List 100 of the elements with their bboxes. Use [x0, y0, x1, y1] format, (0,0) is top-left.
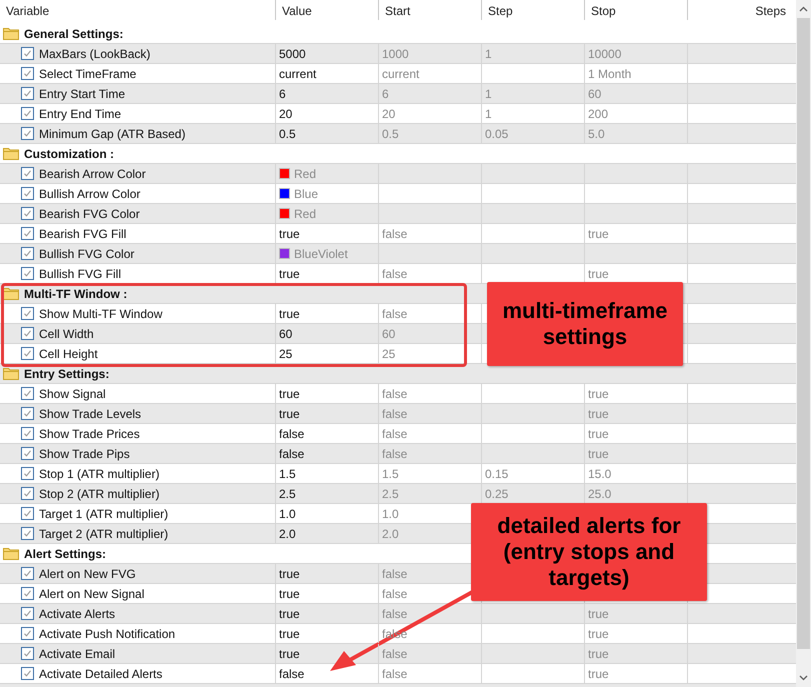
scroll-up-icon[interactable]	[799, 6, 808, 12]
table-row[interactable]: Activate Email true false true	[0, 644, 796, 664]
table-row[interactable]: Show Trade Pips false false true	[0, 444, 796, 464]
table-cell: 1	[482, 44, 585, 63]
parameter-name: Bearish FVG Fill	[39, 226, 126, 240]
parameter-name: Show Trade Prices	[39, 426, 140, 440]
scrollbar[interactable]	[796, 0, 811, 687]
parameter-name: Entry Start Time	[39, 86, 126, 100]
parameter-name: Minimum Gap (ATR Based)	[39, 126, 186, 140]
table-cell: 25	[379, 344, 482, 363]
table-row[interactable]: Bearish FVG Color Red	[0, 204, 796, 224]
parameter-name: Cell Height	[39, 346, 98, 360]
checkbox[interactable]	[21, 667, 34, 680]
table-row[interactable]: Bullish FVG Color BlueViolet	[0, 244, 796, 264]
parameter-name: Activate Alerts	[39, 606, 116, 620]
checkbox[interactable]	[21, 187, 34, 200]
table-row[interactable]: MaxBars (LookBack) 5000 1000 1 10000	[0, 44, 796, 64]
table-cell: 6	[276, 84, 379, 103]
group-title: General Settings:	[24, 26, 124, 40]
table-cell: true	[276, 304, 379, 323]
column-header[interactable]: Value	[282, 4, 312, 18]
parameter-name: Cell Width	[39, 326, 94, 340]
parameter-name: Show Signal	[39, 386, 106, 400]
scrollbar-thumb[interactable]	[797, 18, 810, 649]
parameter-name: Activate Email	[39, 646, 116, 660]
checkbox[interactable]	[21, 207, 34, 220]
table-cell: 2.0	[276, 524, 379, 543]
checkbox[interactable]	[21, 507, 34, 520]
checkbox[interactable]	[21, 67, 34, 80]
checkbox[interactable]	[21, 87, 34, 100]
table-cell: true	[276, 224, 379, 243]
checkbox[interactable]	[21, 47, 34, 60]
table-cell: true	[276, 384, 379, 403]
parameter-name: Bullish Arrow Color	[39, 186, 140, 200]
table-cell: 1.0	[276, 504, 379, 523]
table-cell: true	[276, 564, 379, 583]
table-row[interactable]: Show Trade Levels true false true	[0, 404, 796, 424]
checkbox[interactable]	[21, 227, 34, 240]
table-cell: 1	[482, 104, 585, 123]
table-row[interactable]: Minimum Gap (ATR Based) 0.5 0.5 0.05 5.0	[0, 124, 796, 144]
table-row[interactable]: Entry Start Time 6 6 1 60	[0, 84, 796, 104]
checkbox[interactable]	[21, 567, 34, 580]
table-cell: 1 Month	[585, 64, 688, 83]
table-row[interactable]: Bearish Arrow Color Red	[0, 164, 796, 184]
checkbox[interactable]	[21, 407, 34, 420]
table-cell: false	[379, 224, 482, 243]
table-cell: 0.05	[482, 124, 585, 143]
checkbox[interactable]	[21, 607, 34, 620]
checkbox[interactable]	[21, 167, 34, 180]
checkbox[interactable]	[21, 447, 34, 460]
table-cell: false	[379, 644, 482, 663]
checkbox[interactable]	[21, 107, 34, 120]
checkbox[interactable]	[21, 267, 34, 280]
table-cell: 20	[379, 104, 482, 123]
table-cell: true	[585, 224, 688, 243]
table-cell: true	[585, 404, 688, 423]
column-header[interactable]: Steps	[755, 4, 786, 18]
table-cell: 10000	[585, 44, 688, 63]
checkbox[interactable]	[21, 527, 34, 540]
group-title: Multi-TF Window :	[24, 286, 128, 300]
checkbox[interactable]	[21, 427, 34, 440]
checkbox[interactable]	[21, 487, 34, 500]
checkbox[interactable]	[21, 467, 34, 480]
parameter-name: Bullish FVG Color	[39, 246, 134, 260]
checkbox[interactable]	[21, 647, 34, 660]
table-cell: true	[585, 644, 688, 663]
parameter-name: Activate Detailed Alerts	[39, 666, 162, 680]
table-cell: 0.5	[379, 124, 482, 143]
parameter-name: Show Trade Pips	[39, 446, 130, 460]
folder-icon	[3, 27, 19, 40]
checkbox[interactable]	[21, 247, 34, 260]
table-cell: false	[379, 384, 482, 403]
table-cell: true	[585, 624, 688, 643]
callout-tooltip: detailed alerts for (entry stops and targets)	[471, 503, 707, 601]
column-header[interactable]: Start	[385, 4, 410, 18]
checkbox[interactable]	[21, 627, 34, 640]
table-cell: 1.5	[379, 464, 482, 483]
checkbox[interactable]	[21, 307, 34, 320]
table-cell: 200	[585, 104, 688, 123]
table-cell: true	[276, 604, 379, 623]
column-header[interactable]: Stop	[591, 4, 616, 18]
column-header[interactable]: Step	[488, 4, 513, 18]
checkbox[interactable]	[21, 327, 34, 340]
table-cell: 1000	[379, 44, 482, 63]
column-header[interactable]: Variable	[6, 4, 50, 18]
checkbox[interactable]	[21, 127, 34, 140]
checkbox[interactable]	[21, 587, 34, 600]
table-cell: false	[379, 444, 482, 463]
scroll-down-icon[interactable]	[799, 675, 808, 681]
checkbox[interactable]	[21, 387, 34, 400]
table-row[interactable]: Stop 2 (ATR multiplier) 2.5 2.5 0.25 25.0	[0, 484, 796, 504]
table-cell: false	[276, 444, 379, 463]
table-row[interactable]: Activate Alerts true false true	[0, 604, 796, 624]
color-name: BlueViolet	[294, 246, 348, 260]
parameter-name: Target 2 (ATR multiplier)	[39, 526, 168, 540]
checkbox[interactable]	[21, 347, 34, 360]
table-cell: false	[276, 424, 379, 443]
parameter-name: Target 1 (ATR multiplier)	[39, 506, 168, 520]
folder-icon	[3, 367, 19, 380]
table-cell: 60	[379, 324, 482, 343]
